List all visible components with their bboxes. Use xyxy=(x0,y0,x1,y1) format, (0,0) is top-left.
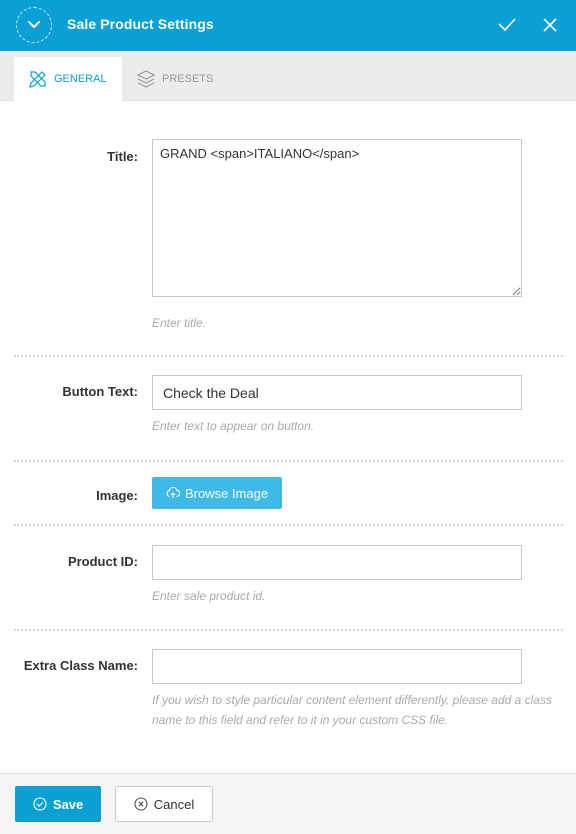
title-help: Enter title. xyxy=(152,316,207,330)
tab-presets[interactable]: Presets xyxy=(122,57,232,101)
tab-general[interactable]: General xyxy=(14,57,122,101)
button-text-label: Button Text: xyxy=(62,384,138,399)
image-label: Image: xyxy=(96,488,138,503)
confirm-button[interactable] xyxy=(497,15,517,35)
dialog-header: Sale Product Settings xyxy=(0,0,576,51)
layers-icon xyxy=(136,70,156,88)
cancel-label: Cancel xyxy=(153,796,195,812)
product-id-help: Enter sale product id. xyxy=(152,589,266,603)
close-circle-icon xyxy=(134,797,148,811)
check-circle-icon xyxy=(33,797,47,811)
save-button[interactable]: Save xyxy=(15,786,101,822)
divider xyxy=(14,524,563,526)
extra-class-help: If you wish to style particular content … xyxy=(152,693,552,727)
title-textarea[interactable]: GRAND <span>ITALIANO</span> xyxy=(152,139,522,297)
cancel-button[interactable]: Cancel xyxy=(115,786,213,822)
extra-class-label: Extra Class Name: xyxy=(23,658,138,673)
close-button[interactable] xyxy=(540,15,560,35)
tab-bar: General Presets xyxy=(0,51,576,101)
collapse-button[interactable] xyxy=(16,7,52,43)
extra-class-input[interactable] xyxy=(152,649,522,684)
browse-image-label: Browse Image xyxy=(184,485,269,501)
chevron-down-icon xyxy=(28,21,40,28)
cloud-upload-icon xyxy=(166,487,180,498)
close-icon xyxy=(543,18,557,32)
dialog-title: Sale Product Settings xyxy=(67,16,214,32)
button-text-input[interactable] xyxy=(152,375,522,410)
dialog-footer: Save Cancel xyxy=(0,773,576,834)
tab-general-label: General xyxy=(54,73,107,85)
check-icon xyxy=(498,18,516,32)
divider xyxy=(14,629,563,631)
button-text-help: Enter text to appear on button. xyxy=(152,419,315,433)
browse-image-button[interactable]: Browse Image xyxy=(152,477,282,509)
tab-presets-label: Presets xyxy=(162,73,214,85)
save-label: Save xyxy=(52,796,84,812)
pencil-ruler-icon xyxy=(29,71,46,88)
title-label: Title: xyxy=(107,149,138,164)
divider xyxy=(14,460,563,462)
product-id-label: Product ID: xyxy=(67,554,138,569)
product-id-input[interactable] xyxy=(152,545,522,580)
divider xyxy=(14,355,563,357)
